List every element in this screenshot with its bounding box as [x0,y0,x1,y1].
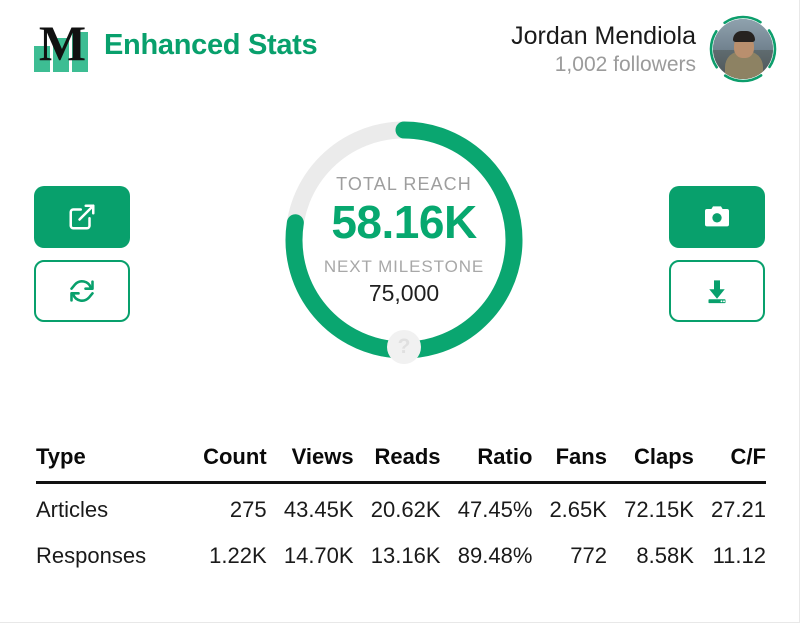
stats-table: Type Count Views Reads Ratio Fans Claps … [36,440,766,576]
column-header-type: Type [36,440,186,484]
refresh-button[interactable] [34,260,130,322]
cell-claps: 72.15K [624,497,694,522]
cell-count: 1.22K [209,543,267,568]
refresh-icon [70,280,94,302]
logo-letter: M [38,15,86,71]
user-name: Jordan Mendiola [511,21,696,50]
total-reach-value: 58.16K [331,196,477,248]
table-row: Articles 275 43.45K 20.62K 47.45% 2.65K … [36,483,766,531]
medium-bars-logo-icon: M [34,18,90,72]
help-icon[interactable]: ? [387,330,421,364]
cell-fans: 2.65K [549,497,607,522]
camera-icon [705,206,729,227]
table-header-row: Type Count Views Reads Ratio Fans Claps … [36,440,766,484]
open-in-new-tab-button[interactable] [34,186,130,248]
follower-count: 1,002 followers [554,52,696,76]
avatar[interactable] [708,14,778,84]
external-link-icon [69,204,95,230]
user-profile[interactable]: Jordan Mendiola 1,002 followers [511,14,778,84]
cell-cf: 27.21 [710,497,766,522]
next-milestone-label: NEXT MILESTONE [323,257,485,276]
download-icon [708,280,726,304]
cell-ratio: 47.45% [457,497,533,522]
cell-views: 43.45K [283,497,354,522]
cell-type: Articles [36,497,109,522]
brand: M Enhanced Stats [34,18,318,72]
cell-reads: 20.62K [370,497,441,522]
screenshot-button[interactable] [669,186,765,248]
column-header-count: Count [186,440,267,484]
header: M Enhanced Stats Jordan Mendiola 1,002 f… [0,0,800,105]
cell-fans: 772 [570,543,607,568]
avatar-image [713,19,773,79]
column-header-claps: Claps [606,440,694,484]
cell-claps: 8.58K [636,543,694,568]
enhanced-stats-page: M Enhanced Stats Jordan Mendiola 1,002 f… [0,0,800,623]
cell-cf: 11.12 [712,543,766,568]
cell-reads: 13.16K [370,543,441,568]
cell-views: 14.70K [283,543,354,568]
gauge-center-text: TOTAL REACH 58.16K NEXT MILESTONE 75,000 [280,116,528,364]
total-reach-gauge: TOTAL REACH 58.16K NEXT MILESTONE 75,000… [280,116,528,364]
cell-count: 275 [229,497,267,522]
table-row: Responses 1.22K 14.70K 13.16K 89.48% 772… [36,530,766,576]
cell-type: Responses [36,543,147,568]
download-button[interactable] [669,260,765,322]
total-reach-label: TOTAL REACH [336,174,472,194]
next-milestone-value: 75,000 [368,280,440,306]
user-text: Jordan Mendiola 1,002 followers [511,21,696,78]
column-header-views: Views [266,440,354,484]
column-header-ratio: Ratio [440,440,533,484]
column-header-reads: Reads [353,440,441,484]
column-header-cf: C/F [693,440,766,484]
cell-ratio: 89.48% [457,543,533,568]
column-header-fans: Fans [532,440,607,484]
page-title: Enhanced Stats [104,28,318,61]
